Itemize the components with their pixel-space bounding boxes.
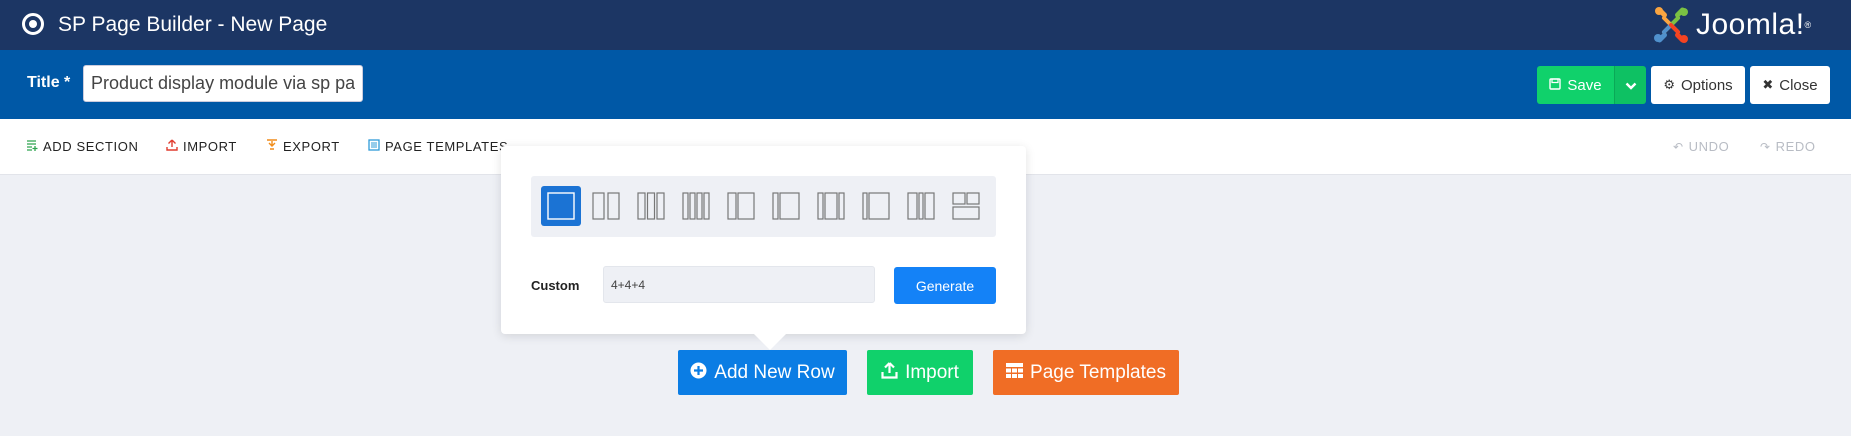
export-toolbar-button[interactable]: EXPORT — [266, 139, 340, 154]
import-toolbar-button[interactable]: IMPORT — [166, 139, 237, 154]
upload-icon — [166, 139, 178, 154]
joomla-wordmark: Joomla!® — [1696, 8, 1812, 42]
layout-option-4-4-4[interactable] — [631, 186, 671, 226]
page-templates-button[interactable]: Page Templates — [993, 350, 1179, 395]
options-label: Options — [1680, 76, 1733, 94]
custom-layout-input[interactable] — [603, 266, 875, 303]
add-section-label: ADD SECTION — [43, 139, 139, 154]
row-layout-popover: Custom Generate — [501, 146, 1026, 350]
export-label: EXPORT — [283, 139, 340, 154]
layout-option-6-6[interactable] — [586, 186, 626, 226]
options-button[interactable]: ⚙ Options — [1651, 66, 1745, 104]
undo-icon: ↶ — [1673, 139, 1684, 154]
redo-label: REDO — [1775, 139, 1816, 154]
import-label: IMPORT — [183, 139, 237, 154]
undo-button[interactable]: ↶ UNDO — [1673, 139, 1729, 154]
save-icon — [1549, 77, 1562, 93]
add-section-button[interactable]: ADD SECTION — [26, 139, 138, 154]
gear-icon: ⚙ — [1663, 77, 1675, 92]
template-icon — [368, 139, 380, 154]
page-templates-toolbar-button[interactable]: PAGE TEMPLATES — [368, 139, 508, 154]
page-builder-icon — [22, 13, 44, 35]
redo-button[interactable]: ↷ REDO — [1760, 139, 1816, 154]
joomla-logo-icon — [1654, 7, 1688, 43]
layout-option-3-9[interactable] — [766, 186, 806, 226]
close-icon: ✖ — [1762, 77, 1774, 92]
close-button[interactable]: ✖ Close — [1750, 66, 1830, 104]
layout-option-12[interactable] — [541, 186, 581, 226]
page-templates-label: Page Templates — [1030, 361, 1166, 383]
brand-text: Joomla! — [1696, 8, 1805, 41]
import-label: Import — [905, 361, 959, 383]
add-new-row-label: Add New Row — [714, 361, 835, 383]
save-label: Save — [1567, 76, 1602, 94]
custom-layout-label: Custom — [531, 278, 580, 293]
add-new-row-button[interactable]: Add New Row — [678, 350, 847, 395]
layout-option-5-2-5[interactable] — [901, 186, 941, 226]
registered-mark: ® — [1804, 20, 1812, 30]
title-label: Title * — [27, 74, 71, 91]
layout-option-custom-grid[interactable] — [946, 186, 986, 226]
layout-option-4-8[interactable] — [721, 186, 761, 226]
add-section-icon — [26, 139, 38, 154]
top-header: SP Page Builder - New Page Joomla!® — [0, 0, 1851, 50]
download-icon — [266, 139, 278, 154]
upload-icon — [881, 361, 898, 384]
page-templates-label: PAGE TEMPLATES — [385, 139, 509, 154]
title-bar: Title * Save ⚙ Options ✖ Close — [0, 50, 1851, 119]
save-button[interactable]: Save — [1537, 66, 1614, 104]
chevron-down-icon — [1625, 77, 1637, 94]
title-input[interactable] — [83, 65, 363, 102]
save-dropdown-toggle[interactable] — [1614, 66, 1646, 104]
plus-circle-icon — [690, 362, 707, 384]
layout-option-3-3-3-3[interactable] — [676, 186, 716, 226]
undo-label: UNDO — [1688, 139, 1730, 154]
table-icon — [1006, 362, 1024, 383]
layout-option-3-6-3[interactable] — [811, 186, 851, 226]
layout-options — [531, 176, 996, 237]
app-title: SP Page Builder - New Page — [58, 13, 328, 36]
import-button[interactable]: Import — [867, 350, 973, 395]
layout-option-2-10[interactable] — [856, 186, 896, 226]
close-label: Close — [1779, 76, 1818, 94]
generate-button[interactable]: Generate — [894, 267, 996, 304]
redo-icon: ↷ — [1760, 139, 1771, 154]
